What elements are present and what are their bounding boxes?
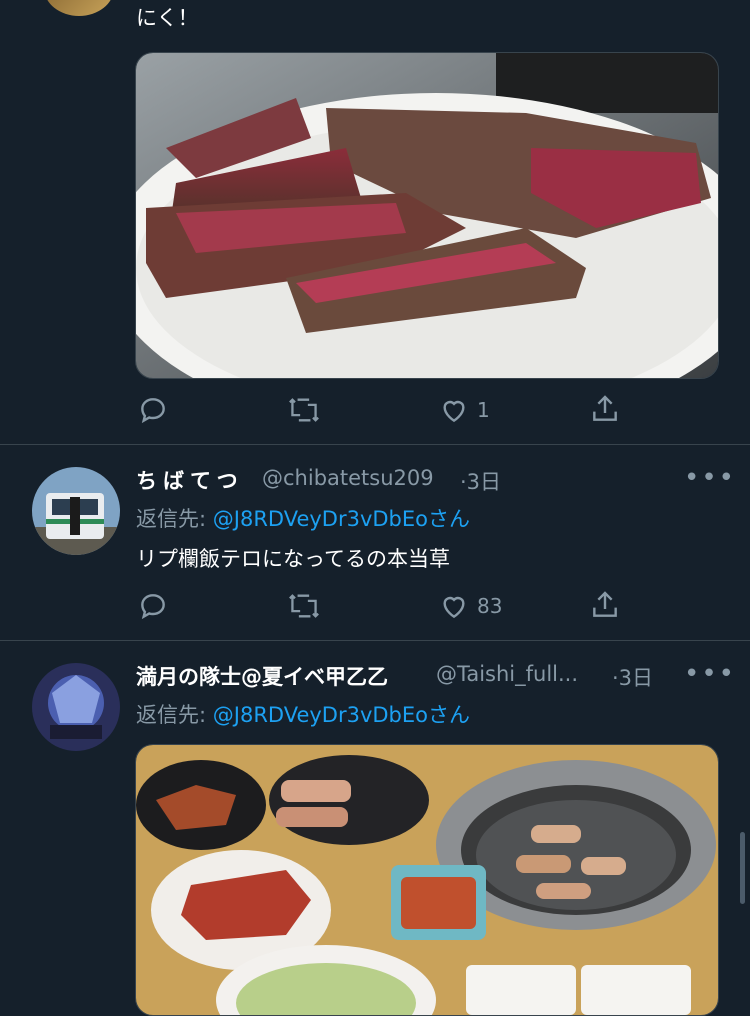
handle[interactable]: @Taishi_full... <box>436 662 578 686</box>
scrollbar[interactable] <box>740 832 745 904</box>
like-icon[interactable] <box>438 590 470 622</box>
like-count: 1 <box>477 398 490 422</box>
tweet-divider <box>0 444 750 445</box>
reply-icon[interactable] <box>137 394 169 426</box>
reply-context: 返信先: @J8RDVeyDr3vDbEoさん <box>136 503 470 533</box>
display-name[interactable]: ちばてつ <box>136 465 244 495</box>
tweet-text: にく！ <box>136 6 199 30</box>
more-icon[interactable]: ••• <box>684 661 736 687</box>
more-icon[interactable]: ••• <box>684 465 736 491</box>
handle[interactable]: @chibatetsu209 <box>262 466 434 490</box>
timestamp[interactable]: ·3日 <box>612 662 653 692</box>
mention-suffix: さん <box>428 507 471 531</box>
like-icon[interactable] <box>438 394 470 426</box>
robot-avatar-image <box>32 663 120 751</box>
tweet-text: リプ欄飯テロになってるの本当草 <box>136 547 450 571</box>
tweet-image[interactable] <box>135 744 719 1016</box>
avatar[interactable] <box>32 467 120 555</box>
mention-link[interactable]: @J8RDVeyDr3vDbEo <box>213 703 428 727</box>
mention-link[interactable]: @J8RDVeyDr3vDbEo <box>213 507 428 531</box>
tweet-image[interactable] <box>135 52 719 379</box>
reply-prefix: 返信先: <box>136 703 207 727</box>
avatar[interactable] <box>44 0 114 16</box>
timestamp[interactable]: ·3日 <box>460 466 501 496</box>
steak-photo <box>136 53 718 378</box>
mention-suffix: さん <box>428 703 471 727</box>
reply-prefix: 返信先: <box>136 507 207 531</box>
reply-icon[interactable] <box>137 590 169 622</box>
share-icon[interactable] <box>589 589 621 621</box>
retweet-icon[interactable] <box>286 394 322 426</box>
share-icon[interactable] <box>589 393 621 425</box>
display-name[interactable]: 満月の隊士@夏イベ甲乙乙 <box>136 661 388 691</box>
retweet-icon[interactable] <box>286 590 322 622</box>
like-count: 83 <box>477 594 503 618</box>
reply-context: 返信先: @J8RDVeyDr3vDbEoさん <box>136 699 470 729</box>
tweet-divider <box>0 640 750 641</box>
yakiniku-photo <box>136 745 718 1015</box>
avatar[interactable] <box>32 663 120 751</box>
train-avatar-image <box>32 467 120 555</box>
